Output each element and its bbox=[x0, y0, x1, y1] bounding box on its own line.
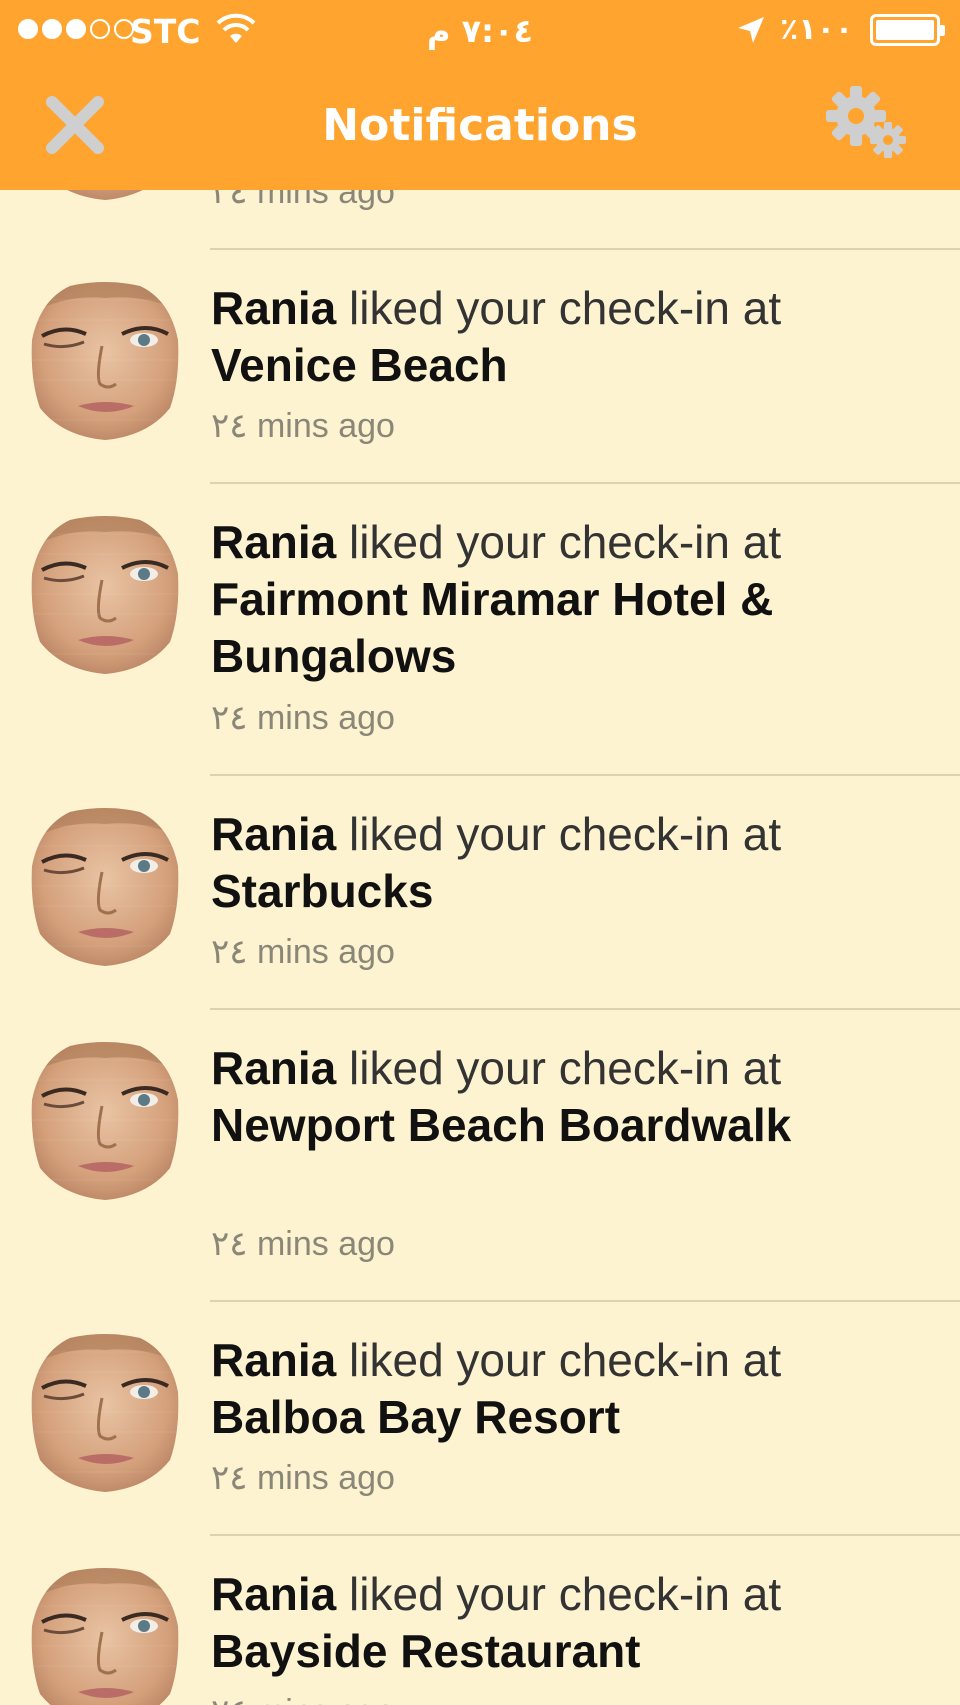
notifications-screen: ٢٤ mins ago Rania liked your check-in at… bbox=[0, 0, 960, 1705]
carrier-name: STC bbox=[130, 12, 201, 51]
wifi-icon bbox=[216, 13, 256, 43]
notification-text: Rania liked your check-in at Bayside Res… bbox=[211, 1566, 911, 1680]
status-time: ٧:٠٤ م bbox=[427, 12, 533, 50]
battery-percent: ٪١٠٠ bbox=[780, 12, 854, 47]
gear-icon[interactable] bbox=[826, 86, 910, 162]
user-name[interactable]: Rania bbox=[211, 282, 336, 334]
user-name[interactable]: Rania bbox=[211, 1568, 336, 1620]
notification-action: liked your check-in at bbox=[336, 1568, 782, 1620]
avatar bbox=[30, 514, 180, 674]
header: STC ٧:٠٤ م ٪١٠٠ Notifications bbox=[0, 0, 960, 190]
nav-bar: Notifications bbox=[0, 62, 960, 190]
list-item[interactable]: Rania liked your check-in at Venice Beac… bbox=[0, 250, 960, 482]
notification-time: ٢٤ mins ago bbox=[211, 933, 395, 971]
avatar bbox=[30, 1332, 180, 1492]
place-name[interactable]: Venice Beach bbox=[211, 339, 508, 391]
avatar bbox=[30, 806, 180, 966]
avatar bbox=[30, 280, 180, 440]
notification-text: Rania liked your check-in at Fairmont Mi… bbox=[211, 514, 911, 685]
notification-action: liked your check-in at bbox=[336, 282, 782, 334]
list-item[interactable]: Rania liked your check-in at Fairmont Mi… bbox=[0, 484, 960, 774]
notification-time: ٢٤ mins ago bbox=[211, 699, 395, 737]
place-name[interactable]: Bayside Restaurant bbox=[211, 1625, 641, 1677]
place-name[interactable]: Balboa Bay Resort bbox=[211, 1391, 620, 1443]
avatar bbox=[30, 1566, 180, 1705]
status-bar: STC ٧:٠٤ م ٪١٠٠ bbox=[0, 0, 960, 62]
place-name[interactable]: Newport Beach Boardwalk bbox=[211, 1099, 791, 1151]
avatar bbox=[30, 1040, 180, 1200]
list-item[interactable]: Rania liked your check-in at Newport Bea… bbox=[0, 1010, 960, 1300]
notification-text: Rania liked your check-in at Starbucks bbox=[211, 806, 911, 920]
notification-time: ٢٤ mins ago bbox=[211, 407, 395, 445]
notification-time: ٢٤ mins ago bbox=[211, 1459, 395, 1497]
notification-action: liked your check-in at bbox=[336, 1042, 782, 1094]
battery-icon bbox=[870, 14, 945, 46]
place-name[interactable]: Starbucks bbox=[211, 865, 433, 917]
notification-time: ٢٤ mins ago bbox=[211, 1225, 395, 1263]
notification-text: Rania liked your check-in at Venice Beac… bbox=[211, 280, 911, 394]
notification-action: liked your check-in at bbox=[336, 808, 782, 860]
page-title: Notifications bbox=[322, 100, 638, 151]
close-icon[interactable] bbox=[42, 92, 108, 158]
list-item[interactable]: Rania liked your check-in at Balboa Bay … bbox=[0, 1302, 960, 1534]
user-name[interactable]: Rania bbox=[211, 1334, 336, 1386]
notification-time: ٢٤ mins ago bbox=[211, 1692, 395, 1705]
notification-action: liked your check-in at bbox=[336, 516, 782, 568]
list-item[interactable]: Rania liked your check-in at Starbucks ٢… bbox=[0, 776, 960, 1008]
notification-action: liked your check-in at bbox=[336, 1334, 782, 1386]
list-item[interactable]: Rania liked your check-in at Bayside Res… bbox=[0, 1536, 960, 1705]
place-name[interactable]: Fairmont Miramar Hotel & Bungalows bbox=[211, 573, 773, 682]
user-name[interactable]: Rania bbox=[211, 516, 336, 568]
signal-strength-icon bbox=[18, 19, 134, 39]
user-name[interactable]: Rania bbox=[211, 1042, 336, 1094]
location-arrow-icon bbox=[738, 17, 764, 43]
notification-text: Rania liked your check-in at Newport Bea… bbox=[211, 1040, 911, 1154]
user-name[interactable]: Rania bbox=[211, 808, 336, 860]
notification-text: Rania liked your check-in at Balboa Bay … bbox=[211, 1332, 911, 1446]
